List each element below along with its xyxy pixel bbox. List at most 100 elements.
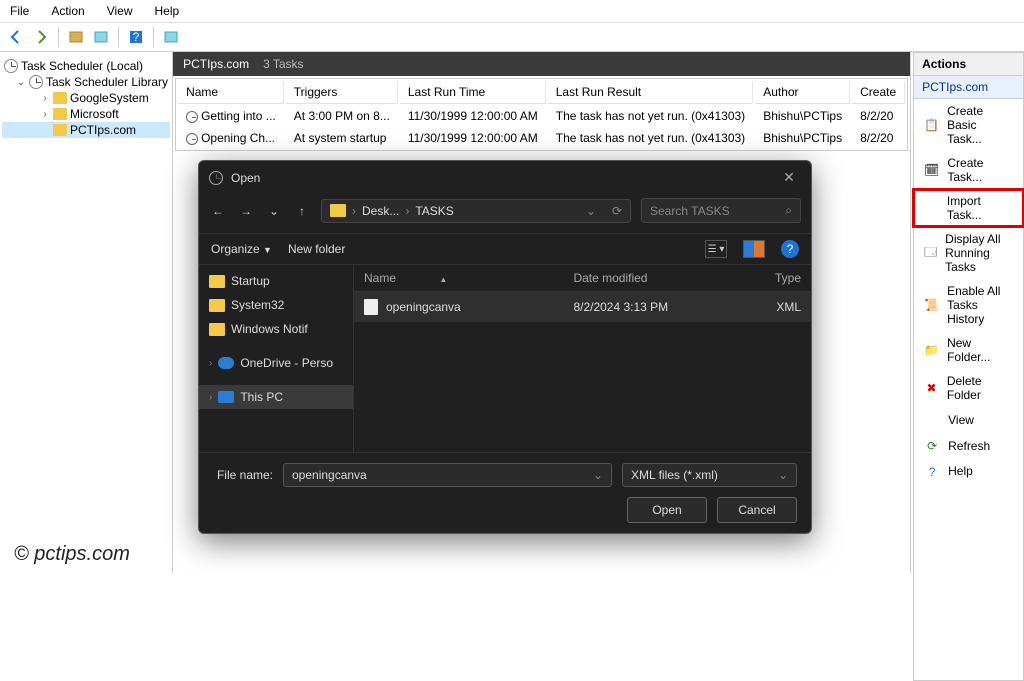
close-icon[interactable]: ✕ bbox=[777, 169, 801, 186]
organize-menu[interactable]: Organize ▼ bbox=[211, 242, 272, 256]
nav-up-icon[interactable]: ↑ bbox=[293, 204, 311, 218]
folder-icon bbox=[209, 323, 225, 336]
action-import-task[interactable]: Import Task... bbox=[913, 189, 1024, 227]
help-icon[interactable]: ? bbox=[125, 26, 147, 48]
tree-item-pctips[interactable]: PCTIps.com bbox=[2, 122, 170, 138]
nav-tree: Task Scheduler (Local) ⌄Task Scheduler L… bbox=[0, 52, 173, 573]
action-delete-folder[interactable]: ✖Delete Folder bbox=[913, 369, 1024, 407]
sort-icon: ▲ bbox=[439, 275, 447, 284]
chevron-down-icon: ⌄ bbox=[778, 468, 788, 482]
col-author[interactable]: Author bbox=[755, 81, 850, 104]
open-button[interactable]: Open bbox=[627, 497, 707, 523]
file-row[interactable]: openingcanva 8/2/2024 3:13 PM XML bbox=[354, 292, 811, 322]
newfolder-icon: 📁 bbox=[924, 342, 939, 358]
action-create-task[interactable]: 🗓Create Task... bbox=[913, 151, 1024, 189]
file-list-header: Name ▲ Date modified Type bbox=[354, 265, 811, 292]
menu-help[interactable]: Help bbox=[155, 4, 180, 18]
toolbar: ? bbox=[0, 23, 1024, 52]
action-display-running[interactable]: 🗔Display All Running Tasks bbox=[913, 227, 1024, 279]
folder-icon bbox=[209, 275, 225, 288]
menubar: File Action View Help bbox=[0, 0, 1024, 23]
col-date[interactable]: Date modified bbox=[573, 271, 741, 285]
folder-system32[interactable]: System32 bbox=[199, 293, 353, 317]
filetype-filter[interactable]: XML files (*.xml)⌄ bbox=[622, 463, 797, 487]
col-name[interactable]: Name bbox=[178, 81, 284, 104]
view-mode-icon[interactable]: ☰ ▾ bbox=[705, 240, 727, 258]
chevron-down-icon: ▼ bbox=[263, 245, 272, 255]
col-name[interactable]: Name ▲ bbox=[364, 271, 573, 285]
table-header: Name Triggers Last Run Time Last Run Res… bbox=[178, 81, 905, 104]
properties-icon[interactable] bbox=[90, 26, 112, 48]
dialog-title: Open bbox=[231, 171, 260, 185]
action-help[interactable]: ?Help bbox=[913, 459, 1024, 681]
nav-recent-icon[interactable]: ⌄ bbox=[265, 204, 283, 218]
actions-context: PCTIps.com bbox=[913, 76, 1024, 99]
dialog-nav: ← → ⌄ ↑ › Desk... › TASKS ⌄ ⟳ Search TAS… bbox=[199, 194, 811, 233]
actions-pane: Actions PCTIps.com 📋Create Basic Task...… bbox=[913, 52, 1024, 573]
menu-view[interactable]: View bbox=[107, 4, 133, 18]
tree-root[interactable]: Task Scheduler (Local) bbox=[2, 58, 170, 74]
scheduler-icon bbox=[4, 59, 18, 73]
caret-icon: › bbox=[40, 109, 50, 120]
task-icon bbox=[186, 111, 198, 123]
tree-item-googlesystem[interactable]: ›GoogleSystem bbox=[2, 90, 170, 106]
run-icon[interactable] bbox=[160, 26, 182, 48]
new-folder-button[interactable]: New folder bbox=[288, 242, 345, 256]
task-icon bbox=[186, 133, 198, 145]
search-placeholder: Search TASKS bbox=[650, 204, 730, 218]
dialog-toolbar: Organize ▼ New folder ☰ ▾ ? bbox=[199, 233, 811, 264]
show-hide-icon[interactable] bbox=[65, 26, 87, 48]
folder-onedrive[interactable]: ›OneDrive - Perso bbox=[199, 351, 353, 375]
dialog-titlebar: Open ✕ bbox=[199, 161, 811, 194]
col-triggers[interactable]: Triggers bbox=[286, 81, 398, 104]
chevron-down-icon: ⌄ bbox=[593, 468, 603, 482]
nav-forward-icon[interactable]: → bbox=[237, 204, 255, 218]
folder-startup[interactable]: Startup bbox=[199, 269, 353, 293]
action-new-folder[interactable]: 📁New Folder... bbox=[913, 331, 1024, 369]
tree-library[interactable]: ⌄Task Scheduler Library bbox=[2, 74, 170, 90]
svg-text:?: ? bbox=[133, 30, 140, 44]
folder-this-pc[interactable]: ›This PC bbox=[199, 385, 353, 409]
breadcrumb[interactable]: › Desk... › TASKS ⌄ ⟳ bbox=[321, 199, 631, 223]
action-create-basic-task[interactable]: 📋Create Basic Task... bbox=[913, 99, 1024, 151]
folder-windows-notif[interactable]: Windows Notif bbox=[199, 317, 353, 341]
help-icon[interactable]: ? bbox=[781, 240, 799, 258]
folder-icon bbox=[209, 299, 225, 312]
context-title: PCTIps.com bbox=[183, 57, 249, 71]
task-icon: 🗓 bbox=[924, 162, 939, 178]
menu-action[interactable]: Action bbox=[51, 4, 84, 18]
pc-icon bbox=[218, 391, 234, 403]
center-header: PCTIps.com 3 Tasks bbox=[173, 52, 910, 76]
back-icon[interactable] bbox=[5, 26, 27, 48]
caret-icon: › bbox=[40, 93, 50, 104]
file-list: Name ▲ Date modified Type openingcanva 8… bbox=[354, 265, 811, 452]
filename-label: File name: bbox=[213, 468, 273, 482]
action-view[interactable]: View bbox=[913, 407, 1024, 433]
task-count: 3 Tasks bbox=[263, 57, 303, 71]
col-created[interactable]: Create bbox=[852, 81, 905, 104]
col-type[interactable]: Type bbox=[741, 271, 801, 285]
col-lastrun[interactable]: Last Run Time bbox=[400, 81, 546, 104]
search-icon: ⌕ bbox=[785, 203, 792, 218]
table-row[interactable]: Opening Ch... At system startup11/30/199… bbox=[178, 128, 905, 148]
task-table: Name Triggers Last Run Time Last Run Res… bbox=[175, 78, 908, 151]
dialog-folder-tree: Startup System32 Windows Notif ›OneDrive… bbox=[199, 265, 354, 452]
action-refresh[interactable]: ⟳Refresh bbox=[913, 433, 1024, 459]
folder-icon bbox=[330, 204, 346, 217]
action-enable-history[interactable]: 📜Enable All Tasks History bbox=[913, 279, 1024, 331]
scheduler-icon bbox=[29, 75, 43, 89]
tree-item-microsoft[interactable]: ›Microsoft bbox=[2, 106, 170, 122]
wizard-icon: 📋 bbox=[924, 117, 939, 133]
dialog-footer: File name: openingcanva⌄ XML files (*.xm… bbox=[199, 453, 811, 533]
cancel-button[interactable]: Cancel bbox=[717, 497, 797, 523]
forward-icon[interactable] bbox=[30, 26, 52, 48]
folder-icon bbox=[53, 108, 67, 120]
table-row[interactable]: Getting into ... At 3:00 PM on 8...11/30… bbox=[178, 106, 905, 126]
col-result[interactable]: Last Run Result bbox=[548, 81, 753, 104]
nav-back-icon[interactable]: ← bbox=[209, 204, 227, 218]
search-input[interactable]: Search TASKS ⌕ bbox=[641, 198, 801, 223]
menu-file[interactable]: File bbox=[10, 4, 29, 18]
import-icon bbox=[924, 200, 939, 216]
preview-pane-icon[interactable] bbox=[743, 240, 765, 258]
filename-input[interactable]: openingcanva⌄ bbox=[283, 463, 612, 487]
